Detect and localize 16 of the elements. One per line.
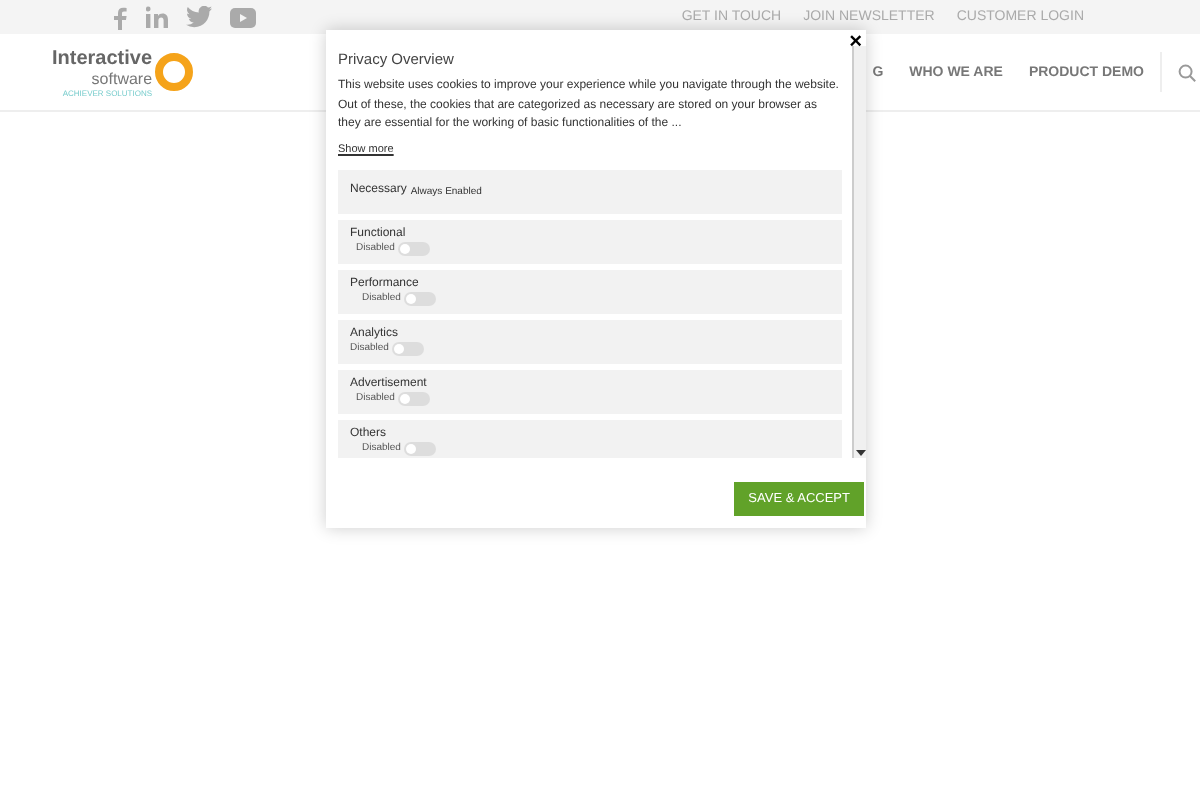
toggle-switch[interactable] bbox=[398, 391, 431, 405]
video-play-icon[interactable] bbox=[230, 7, 256, 27]
toggle-switch[interactable] bbox=[392, 341, 425, 355]
scroll-down-arrow-icon[interactable] bbox=[855, 448, 865, 458]
logo-name: Interactive bbox=[52, 47, 153, 69]
linkedin-icon[interactable] bbox=[146, 6, 168, 28]
logo-subtitle: software bbox=[91, 69, 153, 87]
scrollbar[interactable] bbox=[852, 46, 866, 458]
search-icon[interactable] bbox=[1178, 63, 1196, 81]
toggle-switch[interactable] bbox=[404, 441, 437, 455]
ring-logo-icon bbox=[154, 50, 195, 94]
toggle-switch[interactable] bbox=[398, 241, 431, 255]
toggle-switch[interactable] bbox=[404, 291, 437, 305]
twitter-icon[interactable] bbox=[186, 6, 212, 28]
close-button[interactable]: × bbox=[845, 30, 866, 54]
facebook-icon[interactable] bbox=[112, 5, 128, 29]
